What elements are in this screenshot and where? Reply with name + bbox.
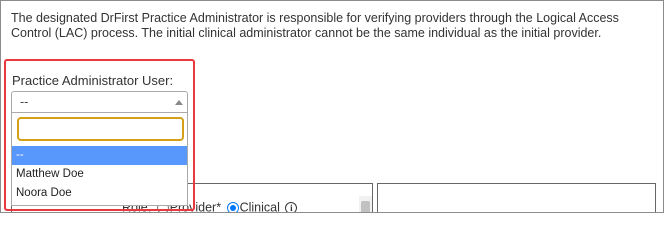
practice-admin-label: Practice Administrator User: [12,73,174,88]
dropdown-option[interactable]: Matthew Doe [12,165,187,184]
caret-up-icon[interactable] [175,100,183,105]
practice-admin-dropdown: -- Matthew Doe Noora Doe [11,113,188,206]
practice-admin-select[interactable]: -- [11,91,188,113]
panel-scrollbar-thumb[interactable] [361,201,370,212]
dropdown-option[interactable]: Noora Doe [12,184,187,203]
role-clinical-label[interactable]: Clinical [240,201,280,212]
secondary-panel [377,183,656,212]
lac-intro-text: The designated DrFirst Practice Administ… [11,11,619,40]
page-frame: The designated DrFirst Practice Administ… [0,0,664,213]
info-icon[interactable]: i [285,201,298,212]
dropdown-option[interactable]: -- [12,146,187,165]
practice-admin-search-input[interactable] [17,117,184,141]
role-clinical-radio[interactable] [226,201,239,212]
practice-admin-selected-value: -- [20,95,29,109]
